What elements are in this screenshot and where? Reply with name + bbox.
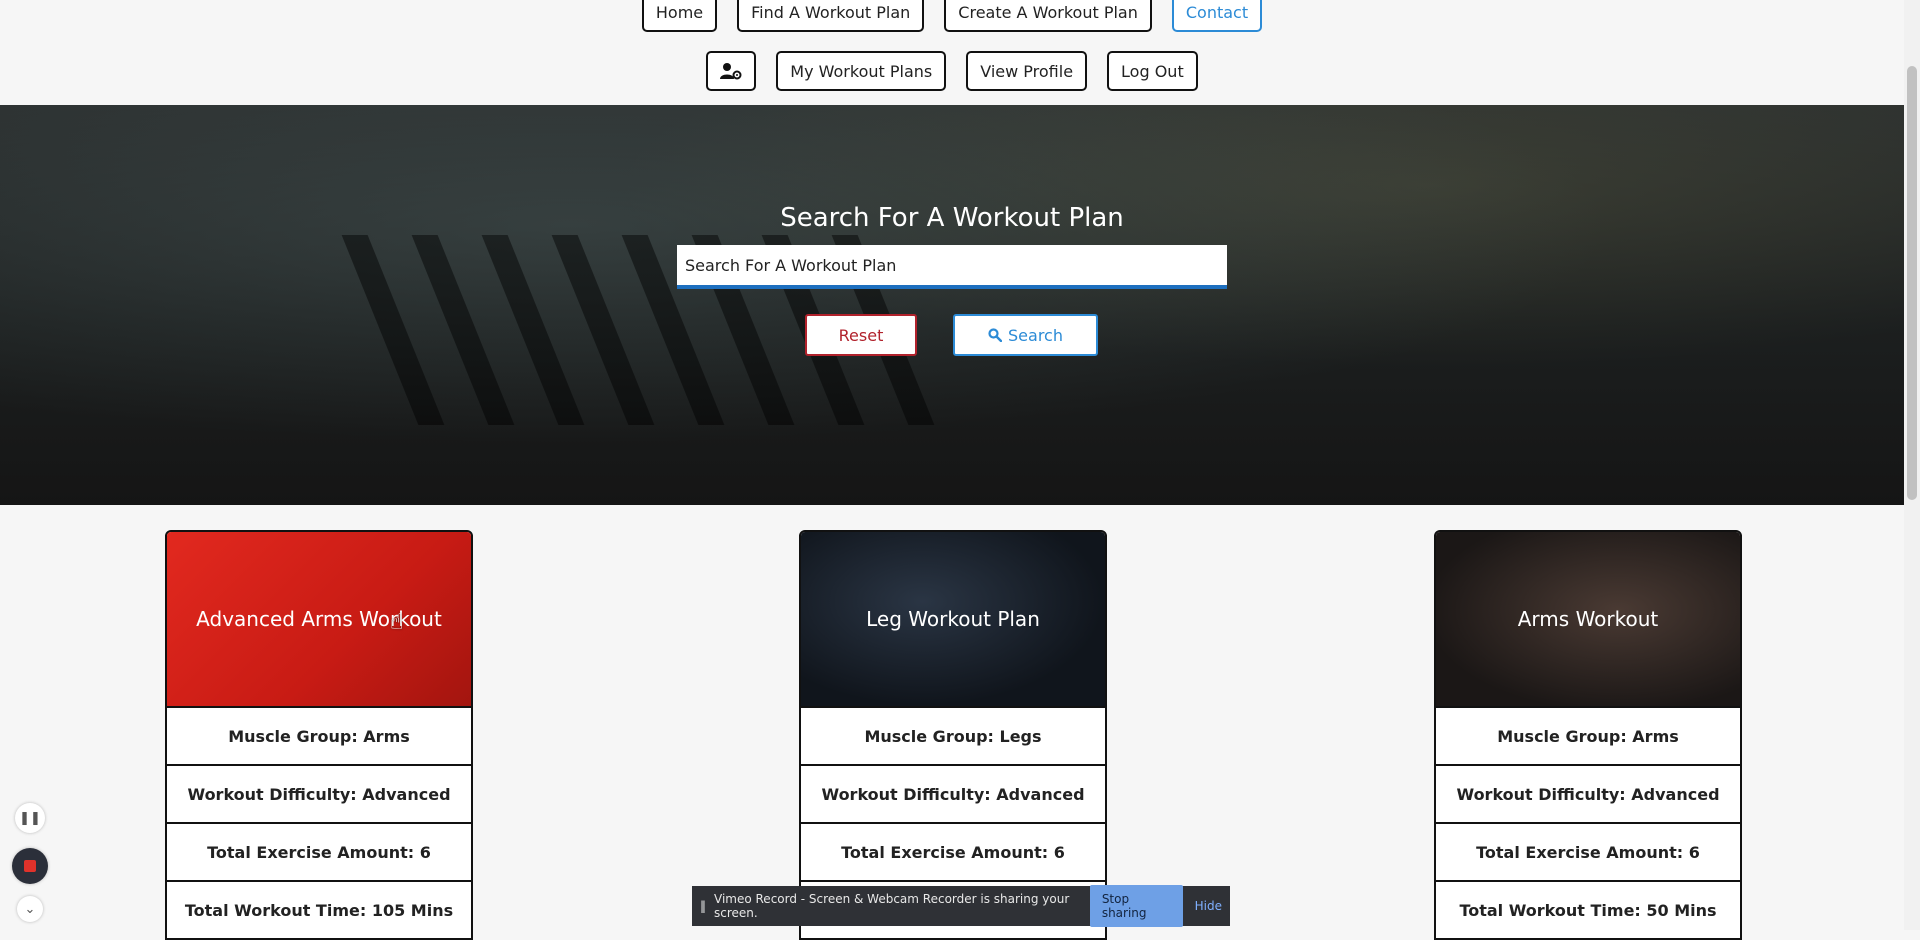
card-title: Arms Workout: [1517, 607, 1659, 631]
nav-view-profile-button[interactable]: View Profile: [966, 51, 1088, 91]
screen-share-bar: ‖ Vimeo Record - Screen & Webcam Recorde…: [692, 885, 1230, 927]
card-workout-time: Total Workout Time: 50 Mins: [1436, 880, 1740, 938]
hand-cursor-icon: ☝: [390, 610, 404, 635]
search-input[interactable]: Search For A Workout Plan: [677, 245, 1227, 289]
card-exercise-amount: Total Exercise Amount: 6: [1436, 822, 1740, 880]
card-muscle-group: Muscle Group: Arms: [1436, 706, 1740, 764]
card-muscle-group: Muscle Group: Arms: [167, 706, 471, 764]
nav-find-workout-button[interactable]: Find A Workout Plan: [737, 0, 925, 32]
nav-create-workout-button[interactable]: Create A Workout Plan: [944, 0, 1152, 32]
card-exercise-amount: Total Exercise Amount: 6: [167, 822, 471, 880]
search-input-text: Search For A Workout Plan: [685, 255, 897, 275]
hero-title: Search For A Workout Plan: [780, 203, 1124, 233]
recording-collapse-button[interactable]: ⌄: [17, 896, 43, 922]
primary-nav: Home Find A Workout Plan Create A Workou…: [0, 0, 1904, 32]
card-header[interactable]: Leg Workout Plan: [801, 532, 1105, 706]
card-difficulty: Workout Difficulty: Advanced: [801, 764, 1105, 822]
search-button-label: Search: [1008, 325, 1063, 345]
nav-contact-button[interactable]: Contact: [1171, 0, 1263, 32]
user-gear-icon: [720, 63, 742, 80]
nav-my-workout-plans-button[interactable]: My Workout Plans: [776, 51, 947, 91]
nav-home-button[interactable]: Home: [641, 0, 718, 32]
workout-card[interactable]: Leg Workout Plan Muscle Group: Legs Work…: [799, 530, 1107, 940]
magnifier-icon: [988, 328, 1003, 342]
nav-logout-button[interactable]: Log Out: [1107, 51, 1198, 91]
workout-card[interactable]: Advanced Arms Workout Muscle Group: Arms…: [165, 530, 473, 940]
card-title: Leg Workout Plan: [866, 607, 1040, 631]
card-title: Advanced Arms Workout: [196, 607, 442, 631]
search-hero: Search For A Workout Plan Search For A W…: [0, 105, 1904, 505]
card-header[interactable]: Arms Workout: [1436, 532, 1740, 706]
recording-stop-button[interactable]: [12, 848, 48, 884]
share-message: Vimeo Record - Screen & Webcam Recorder …: [714, 892, 1070, 920]
page-scrollbar[interactable]: [1904, 0, 1920, 930]
chevron-down-icon: ⌄: [24, 901, 36, 917]
stop-sharing-button[interactable]: Stop sharing: [1089, 885, 1183, 927]
card-workout-time: Total Workout Time: 105 Mins: [167, 880, 471, 938]
reset-button[interactable]: Reset: [805, 314, 917, 356]
account-nav: My Workout Plans View Profile Log Out: [0, 51, 1904, 91]
scrollbar-thumb[interactable]: [1907, 66, 1917, 500]
stop-icon: [24, 860, 36, 872]
search-button[interactable]: Search: [953, 314, 1098, 356]
drag-handle-icon[interactable]: ‖: [700, 899, 706, 913]
hide-share-bar-button[interactable]: Hide: [1195, 899, 1222, 913]
card-difficulty: Workout Difficulty: Advanced: [1436, 764, 1740, 822]
card-exercise-amount: Total Exercise Amount: 6: [801, 822, 1105, 880]
workout-card[interactable]: Arms Workout Muscle Group: Arms Workout …: [1434, 530, 1742, 940]
card-difficulty: Workout Difficulty: Advanced: [167, 764, 471, 822]
user-settings-button[interactable]: [706, 51, 757, 91]
card-muscle-group: Muscle Group: Legs: [801, 706, 1105, 764]
pause-icon: ❚❚: [19, 810, 41, 826]
card-header[interactable]: Advanced Arms Workout: [167, 532, 471, 706]
recording-pause-button[interactable]: ❚❚: [15, 803, 45, 833]
